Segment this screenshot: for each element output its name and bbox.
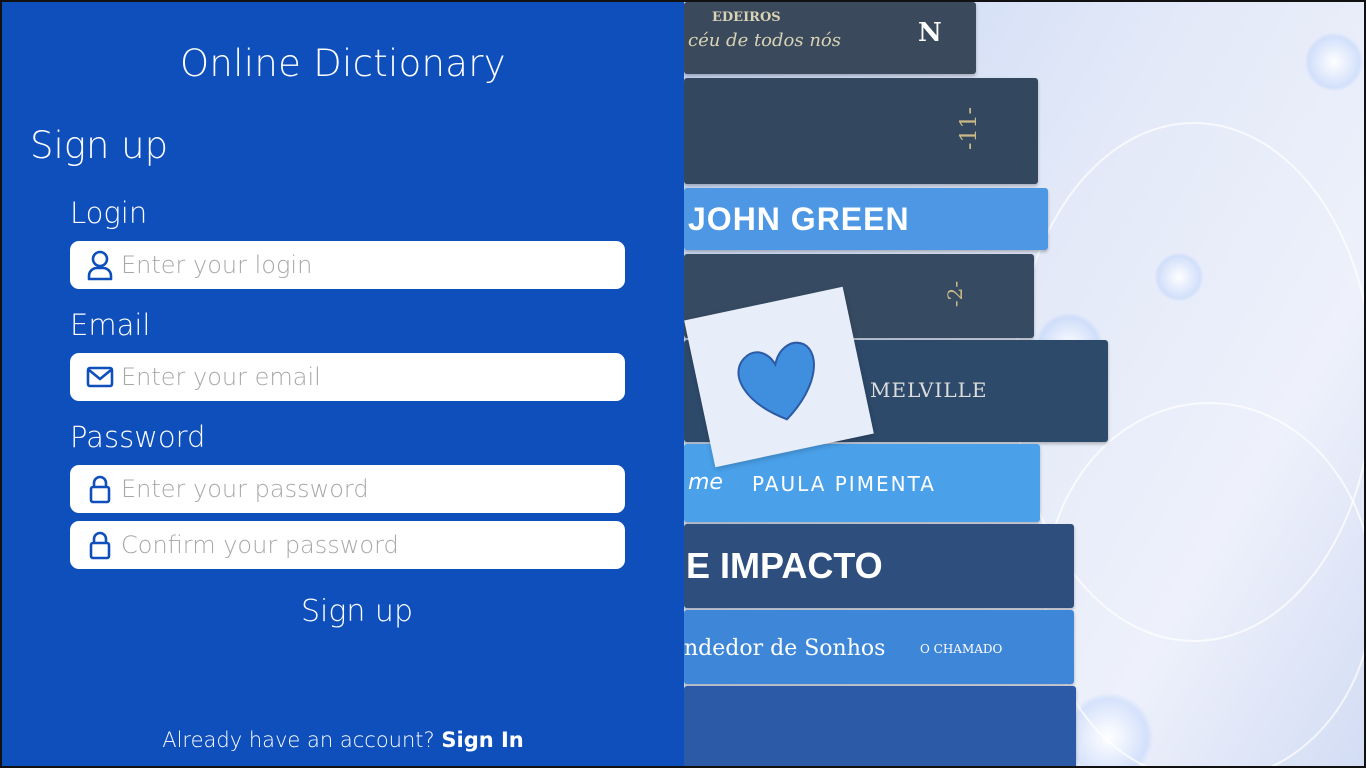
email-input[interactable] — [121, 363, 601, 391]
app-window: Online Dictionary Sign up Login Email Pa… — [0, 0, 1366, 768]
book-spine-text: MELVILLE — [870, 378, 988, 402]
book-spine — [684, 686, 1076, 766]
book-spine: JOHN GREEN — [684, 188, 1048, 250]
book-spine-text: O CHAMADO — [920, 642, 1003, 656]
form-heading: Sign up — [30, 124, 169, 167]
app-title: Online Dictionary — [180, 42, 506, 85]
book-spine: E IMPACTO — [684, 524, 1074, 608]
password-input[interactable] — [121, 475, 601, 503]
login-label: Login — [70, 196, 148, 230]
signin-link[interactable]: Sign In — [441, 728, 523, 752]
light-glow — [1304, 32, 1364, 92]
signup-panel: Online Dictionary Sign up Login Email Pa… — [2, 2, 684, 766]
signin-prompt: Already have an account? Sign In — [2, 728, 684, 752]
book-spine-text: JOHN GREEN — [688, 200, 910, 237]
password-label: Password — [70, 420, 206, 454]
book-spine-text: PAULA PIMENTA — [752, 472, 936, 496]
email-label: Email — [70, 308, 151, 342]
book-spine-text: me — [688, 470, 723, 495]
book-spine: EDEIROS céu de todos nós N — [684, 2, 976, 74]
book-spine-text: -11- — [956, 107, 982, 150]
book-spine-text: -2- — [943, 280, 968, 308]
light-wire — [1044, 402, 1364, 766]
book-spine-text: N — [918, 18, 942, 48]
book-spine: -11- — [684, 78, 1038, 184]
book-spine-text: céu de todos nós — [688, 30, 841, 51]
books-photo: EDEIROS céu de todos nós N -11- JOHN GRE… — [684, 2, 1364, 766]
signin-prompt-text: Already have an account? — [162, 728, 435, 752]
email-field[interactable] — [70, 353, 625, 401]
lock-icon — [82, 521, 118, 569]
login-input[interactable] — [121, 251, 601, 279]
password-field[interactable] — [70, 465, 625, 513]
login-field[interactable] — [70, 241, 625, 289]
lock-icon — [82, 465, 118, 513]
user-icon — [82, 241, 118, 289]
book-spine-text: EDEIROS — [712, 10, 781, 25]
book-spine-text: ndedor de Sonhos — [684, 636, 886, 661]
mail-icon — [82, 353, 118, 401]
confirm-password-input[interactable] — [121, 531, 601, 559]
book-spine-text: E IMPACTO — [686, 545, 883, 586]
signup-button[interactable]: Sign up — [282, 594, 432, 629]
book-spine: ndedor de Sonhos O CHAMADO — [684, 610, 1074, 684]
confirm-password-field[interactable] — [70, 521, 625, 569]
